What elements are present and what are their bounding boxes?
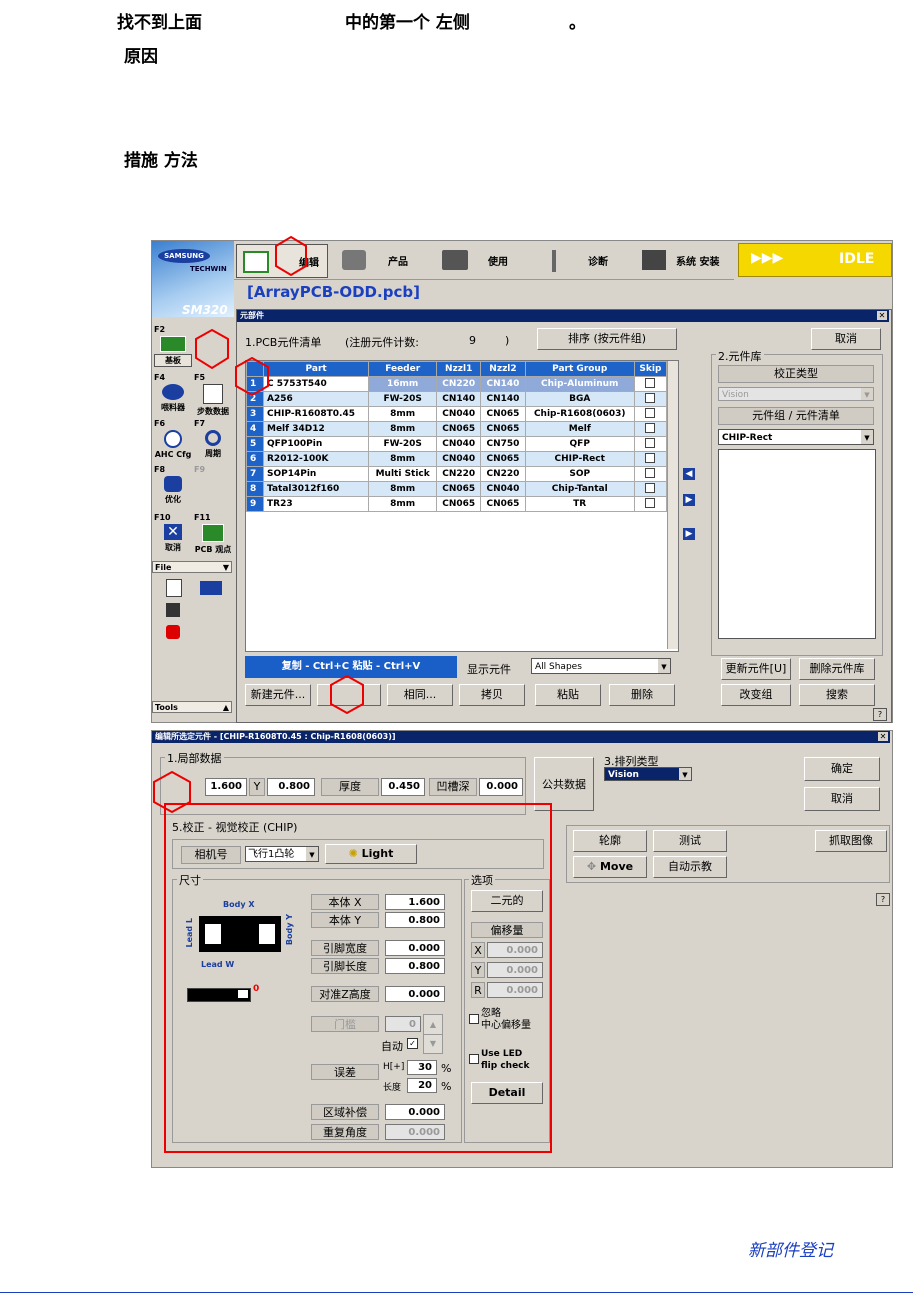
marker-hexagon xyxy=(275,235,307,277)
marker-hexagon xyxy=(195,328,229,370)
overlay-markers xyxy=(153,235,364,814)
marker-hexagon xyxy=(330,674,364,715)
footer-caption: 新部件登记 xyxy=(748,1241,833,1261)
footer-rule xyxy=(0,1292,913,1293)
marker-hexagon xyxy=(235,356,269,397)
marker-hexagon xyxy=(153,770,191,814)
